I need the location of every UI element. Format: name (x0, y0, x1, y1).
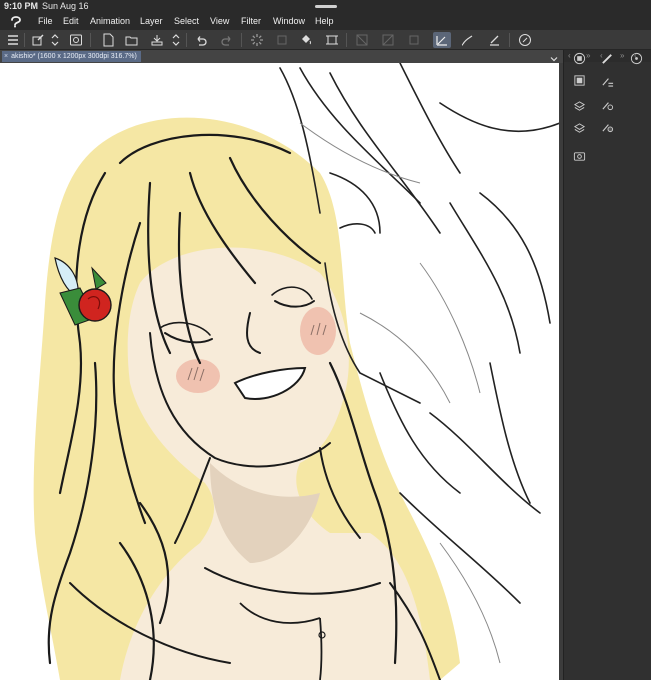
toolbar-divider (90, 33, 91, 47)
open-file-icon[interactable] (124, 32, 140, 48)
snapshot-icon[interactable] (68, 32, 84, 48)
tab-akishio[interactable]: × akishio* (1600 x 1200px 300dpi 316.7%) (2, 51, 141, 62)
undo-icon[interactable] (193, 32, 209, 48)
layers-icon[interactable] (571, 98, 587, 114)
toolbar-divider (24, 33, 25, 47)
multitask-grabber[interactable] (315, 5, 337, 8)
menu-file[interactable]: File (38, 16, 53, 27)
clear-icon[interactable] (274, 32, 290, 48)
status-bar: 9:10 PM Sun Aug 16 (0, 0, 651, 12)
tab-title: akishio* (1600 x 1200px 300dpi 316.7%) (11, 53, 137, 60)
stepper-icon[interactable] (170, 32, 182, 48)
camera-icon[interactable] (571, 148, 587, 164)
menu-select[interactable]: Select (174, 16, 199, 27)
hamburger-menu-icon[interactable] (5, 32, 21, 48)
tool-property-icon[interactable] (571, 72, 587, 88)
menu-filter[interactable]: Filter (241, 16, 261, 27)
menu-help[interactable]: Help (315, 16, 334, 27)
clip-studio-app: 9:10 PM Sun Aug 16 File Edit Animation L… (0, 0, 651, 680)
ruler-off-icon[interactable] (354, 32, 370, 48)
menu-window[interactable]: Window (273, 16, 305, 27)
canvas-tab-bar: × akishio* (1600 x 1200px 300dpi 316.7%) (0, 50, 563, 63)
panel-collapse-icon[interactable]: » (620, 50, 624, 62)
save-icon[interactable] (149, 32, 165, 48)
sub-tool-panel-icon[interactable] (571, 50, 587, 66)
menu-view[interactable]: View (210, 16, 229, 27)
menu-animation[interactable]: Animation (90, 16, 130, 27)
drawing-canvas[interactable] (0, 63, 563, 680)
menu-edit[interactable]: Edit (63, 16, 79, 27)
add-layer-icon[interactable] (599, 72, 615, 88)
loading-spinner-icon (249, 32, 265, 48)
app-logo-icon[interactable] (9, 14, 23, 28)
toolbar-divider (509, 33, 510, 47)
command-bar (0, 30, 651, 50)
layer-search-icon[interactable] (599, 118, 615, 134)
fill-icon[interactable] (298, 32, 314, 48)
quick-access-icon[interactable] (517, 32, 533, 48)
edit-canvas-icon[interactable] (30, 32, 46, 48)
right-dock-panel: ‹ » ‹ » ‹ (563, 50, 651, 680)
status-time: 9:10 PM (4, 1, 39, 11)
navigator-icon[interactable] (628, 50, 644, 66)
eraser-sub-tool-icon[interactable] (486, 32, 502, 48)
toolbar-divider (346, 33, 347, 47)
material-icon[interactable] (571, 120, 587, 136)
status-date: Sun Aug 16 (42, 1, 89, 11)
pen-sub-tool-icon[interactable] (433, 32, 451, 48)
tab-close-icon[interactable]: × (4, 51, 8, 62)
stepper-icon[interactable] (49, 32, 61, 48)
redo-icon[interactable] (219, 32, 235, 48)
chevron-down-icon[interactable] (549, 51, 559, 62)
ruler-icon[interactable] (380, 32, 396, 48)
new-file-icon[interactable] (100, 32, 116, 48)
layer-property-icon[interactable] (599, 96, 615, 112)
frame-icon[interactable] (406, 32, 422, 48)
pen-icon[interactable] (599, 50, 615, 66)
brush-sub-tool-icon[interactable] (459, 32, 475, 48)
toolbar-divider (241, 33, 242, 47)
menu-bar: File Edit Animation Layer Select View Fi… (0, 12, 651, 30)
toolbar-divider (186, 33, 187, 47)
transform-icon[interactable] (324, 32, 340, 48)
menu-layer[interactable]: Layer (140, 16, 163, 27)
artwork-illustration (33, 63, 561, 680)
